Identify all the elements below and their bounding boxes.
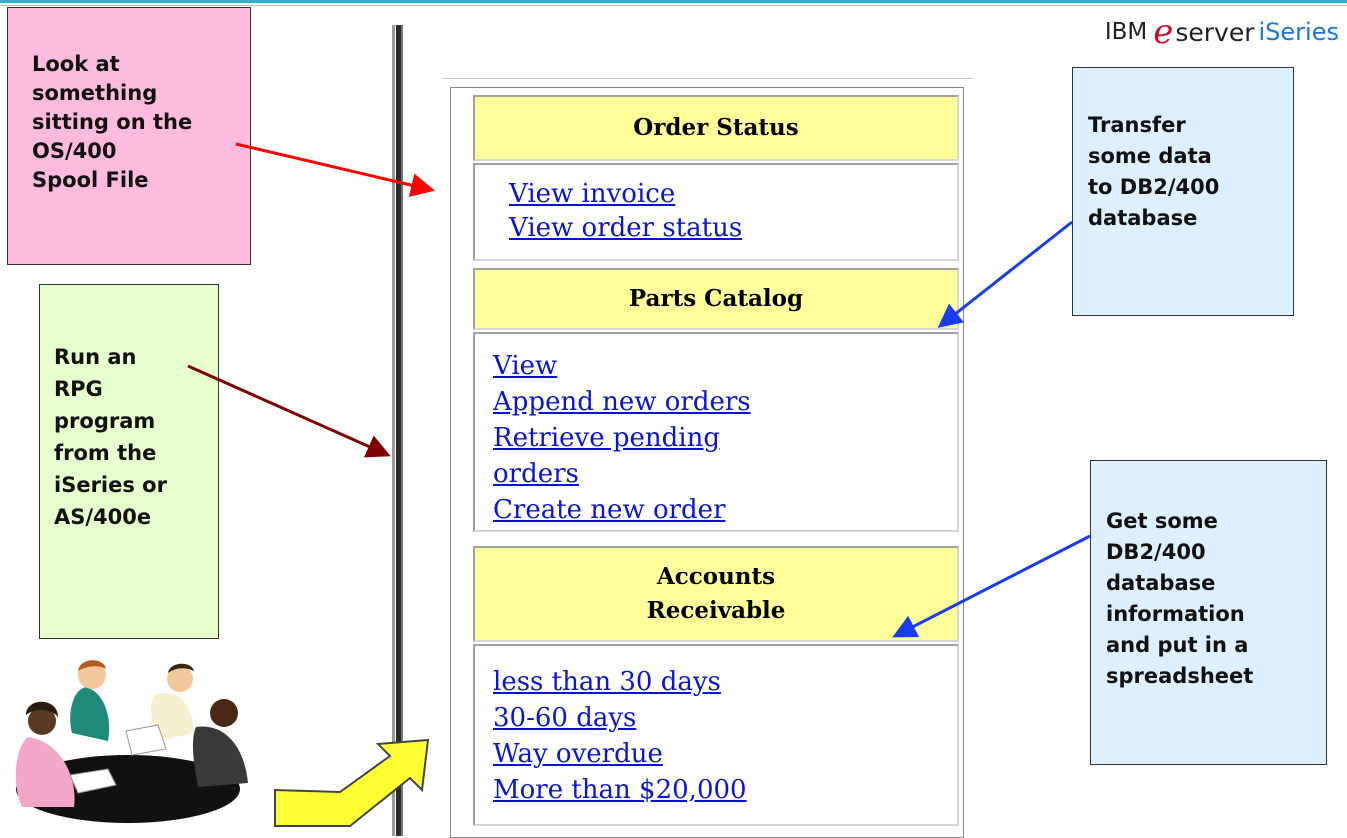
- ibm-eserver-iseries-logo: IBM e server iSeries: [1105, 14, 1339, 50]
- callout-transfer-data: Transfer some data to DB2/400 database: [1072, 67, 1294, 316]
- link-view-order-status[interactable]: View order status: [509, 211, 957, 245]
- accounts-receivable-heading-line1: Accounts: [656, 563, 776, 590]
- header-rule: [0, 0, 1347, 3]
- callout-rpg-program: Run an RPG program from the iSeries or A…: [39, 284, 219, 639]
- business-meeting-clipart: [15, 660, 248, 823]
- screen-divider-shadow: [401, 25, 403, 836]
- callout-line: DB2/400: [1106, 540, 1206, 564]
- callout-line: and put in a: [1106, 633, 1249, 657]
- link-way-overdue[interactable]: Way overdue: [493, 736, 957, 772]
- yellow-curved-arrow: [274, 738, 430, 827]
- callout-line: from the: [54, 441, 157, 465]
- link-30-60-days[interactable]: 30-60 days: [493, 700, 957, 736]
- order-status-links: View invoice View order status: [473, 163, 959, 261]
- brand-server: server: [1175, 17, 1255, 47]
- link-create-new-order[interactable]: Create new order: [493, 492, 957, 528]
- callout-line: database: [1106, 571, 1216, 595]
- link-append-new-orders[interactable]: Append new orders: [493, 384, 957, 420]
- callout-line: to DB2/400: [1088, 175, 1220, 199]
- callout-line: iSeries or: [54, 473, 167, 497]
- order-status-heading-text: Order Status: [633, 114, 799, 141]
- callout-spool-file: Look at something sitting on the OS/400 …: [7, 7, 251, 265]
- link-retrieve-pending-orders-cont[interactable]: orders: [493, 456, 957, 492]
- callout-line: program: [54, 409, 156, 433]
- callout-line: Transfer: [1088, 113, 1186, 137]
- brand-iseries: iSeries: [1258, 18, 1339, 46]
- menu-panel: Order Status View invoice View order sta…: [450, 87, 964, 838]
- link-view-invoice[interactable]: View invoice: [509, 177, 957, 211]
- link-retrieve-pending-orders[interactable]: Retrieve pending: [493, 420, 957, 456]
- callout-line: some data: [1088, 144, 1212, 168]
- callout-line: sitting on the: [32, 110, 193, 134]
- screen-divider-highlight: [392, 25, 395, 836]
- callout-line: spreadsheet: [1106, 664, 1254, 688]
- callout-line: OS/400: [32, 139, 117, 163]
- callout-line: Get some: [1106, 509, 1218, 533]
- accounts-receivable-links: less than 30 days 30-60 days Way overdue…: [473, 644, 959, 826]
- accounts-receivable-heading: Accounts Receivable: [473, 546, 959, 642]
- callout-line: information: [1106, 602, 1245, 626]
- callout-line: AS/400e: [54, 505, 152, 529]
- link-more-than-20000[interactable]: More than $20,000: [493, 772, 957, 808]
- callout-line: RPG: [54, 377, 103, 401]
- callout-spreadsheet: Get some DB2/400 database information an…: [1090, 460, 1327, 765]
- callout-line: Look at: [32, 52, 120, 76]
- callout-line: something: [32, 81, 158, 105]
- callout-line: Spool File: [32, 168, 149, 192]
- parts-catalog-links: View Append new orders Retrieve pending …: [473, 332, 959, 532]
- callout-line: Run an: [54, 345, 137, 369]
- parts-catalog-heading-text: Parts Catalog: [628, 285, 804, 312]
- link-view[interactable]: View: [493, 348, 957, 384]
- callout-line: database: [1088, 206, 1198, 230]
- link-less-than-30-days[interactable]: less than 30 days: [493, 664, 957, 700]
- brand-e-logo: e: [1153, 12, 1174, 52]
- accounts-receivable-heading-line2: Receivable: [646, 597, 786, 624]
- parts-catalog-heading: Parts Catalog: [473, 268, 959, 330]
- header-rule-thin: [0, 5, 1347, 6]
- order-status-heading: Order Status: [473, 95, 959, 161]
- brand-ibm: IBM: [1104, 19, 1148, 45]
